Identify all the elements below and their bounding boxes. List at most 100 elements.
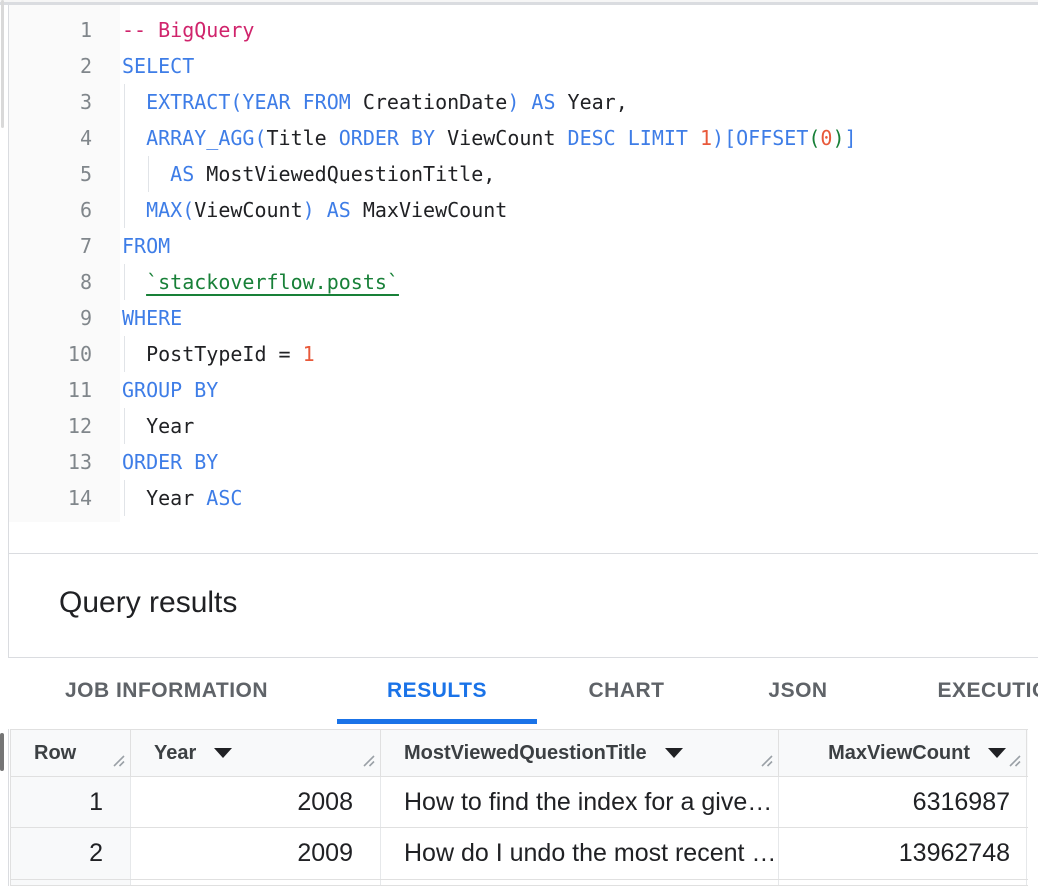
code-token: AS bbox=[327, 198, 351, 222]
code-token: WHERE bbox=[122, 306, 182, 330]
bigquery-panel: 1 -- BigQuery 2 SELECT 3EXTRACT(YEAR FROM Cr… bbox=[0, 0, 1038, 886]
editor-scrollbar-thumb[interactable] bbox=[1, 0, 4, 128]
code-token: MAX( bbox=[146, 198, 194, 222]
row-number-cell: 1 bbox=[11, 777, 131, 827]
column-menu-caret-icon[interactable] bbox=[214, 748, 232, 758]
code-line[interactable]: 5 AS MostViewedQuestionTitle, bbox=[9, 156, 1038, 192]
tab-json[interactable]: JSON bbox=[716, 658, 880, 724]
indent-guide bbox=[124, 408, 125, 444]
code-token: Year bbox=[146, 486, 206, 510]
column-resize-grip-icon[interactable] bbox=[759, 750, 775, 773]
line-number: 7 bbox=[9, 228, 92, 264]
code-token: ViewCount bbox=[435, 126, 567, 150]
tab-execution-details[interactable]: EXECUTION DETAILS bbox=[900, 658, 1038, 724]
code-token bbox=[519, 90, 531, 114]
column-header-year[interactable]: Year bbox=[131, 730, 381, 776]
line-number: 1 bbox=[9, 12, 92, 48]
code-token: EXTRACT(YEAR FROM bbox=[146, 90, 351, 114]
column-menu-caret-icon[interactable] bbox=[988, 748, 1006, 758]
table-reference-link[interactable]: `stackoverflow.posts` bbox=[146, 270, 399, 294]
code-line[interactable]: 13 ORDER BY bbox=[9, 444, 1038, 480]
code-token: )[OFFSET bbox=[712, 126, 808, 150]
code-text: MAX(ViewCount) AS MaxViewCount bbox=[146, 192, 507, 228]
code-token: FROM bbox=[122, 234, 170, 258]
code-token: ( bbox=[808, 126, 820, 150]
table-header-row: Row Year MostViewedQuestionTitle MaxViewCou… bbox=[11, 729, 1028, 777]
column-menu-caret-icon[interactable] bbox=[665, 748, 683, 758]
results-scrollbar-thumb[interactable] bbox=[0, 733, 4, 771]
indent-guide bbox=[124, 192, 125, 228]
code-line[interactable]: 10PostTypeId = 1 bbox=[9, 336, 1038, 372]
code-token: SELECT bbox=[122, 54, 194, 78]
code-token: CreationDate bbox=[351, 90, 508, 114]
tab-results[interactable]: RESULTS bbox=[337, 658, 537, 724]
table-cell: 2009 bbox=[131, 828, 381, 879]
column-resize-grip-icon[interactable] bbox=[361, 750, 377, 773]
line-number: 9 bbox=[9, 300, 92, 336]
code-token: Title bbox=[267, 126, 339, 150]
code-text: AS MostViewedQuestionTitle, bbox=[170, 156, 495, 192]
column-resize-grip-icon[interactable] bbox=[1007, 750, 1023, 773]
results-tab-bar: JOB INFORMATION RESULTSCHARTJSON EXECUTION… bbox=[0, 658, 1038, 729]
code-token: ) bbox=[303, 198, 315, 222]
code-line[interactable]: 11GROUP BY bbox=[9, 372, 1038, 408]
code-text: ORDER BY bbox=[122, 444, 218, 480]
code-line[interactable]: 7 FROM bbox=[9, 228, 1038, 264]
code-line[interactable]: 1 -- BigQuery bbox=[9, 12, 1038, 48]
line-number: 2 bbox=[9, 48, 92, 84]
indent-guide bbox=[124, 336, 125, 372]
code-line[interactable]: 14 Year ASC bbox=[9, 480, 1038, 516]
tab-job-information[interactable]: JOB INFORMATION bbox=[13, 658, 320, 724]
code-token: ORDER BY bbox=[122, 450, 218, 474]
column-header-label: MaxViewCount bbox=[828, 742, 970, 765]
code-token: ) bbox=[832, 126, 844, 150]
line-number: 6 bbox=[9, 192, 92, 228]
code-token: ASC bbox=[206, 486, 242, 510]
table-cell bbox=[131, 880, 381, 885]
code-token: AS bbox=[170, 162, 194, 186]
line-number: 4 bbox=[9, 120, 92, 156]
code-lines[interactable]: 1 -- BigQuery 2 SELECT 3EXTRACT(YEAR FROM Cr… bbox=[9, 12, 1038, 516]
line-number: 8 bbox=[9, 264, 92, 300]
indent-guide bbox=[124, 84, 125, 120]
column-header-label: Year bbox=[154, 742, 196, 765]
code-token: GROUP BY bbox=[122, 378, 218, 402]
column-header-row[interactable]: Row bbox=[11, 730, 131, 776]
code-token: AS bbox=[531, 90, 555, 114]
sql-editor[interactable]: 1 -- BigQuery 2 SELECT 3EXTRACT(YEAR FROM Cr… bbox=[9, 5, 1038, 553]
table-cell: 6316987 bbox=[779, 777, 1027, 827]
code-line[interactable]: 6 MAX(ViewCount) AS MaxViewCount bbox=[9, 192, 1038, 228]
code-token: ] bbox=[845, 126, 857, 150]
code-line[interactable]: 9 WHERE bbox=[9, 300, 1038, 336]
table-cell: 13962748 bbox=[779, 828, 1027, 879]
table-cell bbox=[381, 880, 779, 885]
table-row: 22009How do I undo the most recent …1396… bbox=[11, 828, 1028, 880]
code-line[interactable]: 8 `stackoverflow.posts` bbox=[9, 264, 1038, 300]
table-cell: How to find the index for a give… bbox=[381, 777, 779, 827]
column-header-mostviewedquestiontitle[interactable]: MostViewedQuestionTitle bbox=[381, 730, 779, 776]
tab-chart[interactable]: CHART bbox=[537, 658, 716, 724]
table-cell: How do I undo the most recent … bbox=[381, 828, 779, 879]
code-line[interactable]: 3EXTRACT(YEAR FROM CreationDate) AS Year… bbox=[9, 84, 1038, 120]
table-cell: 2008 bbox=[131, 777, 381, 827]
line-number: 5 bbox=[9, 156, 92, 192]
code-line[interactable]: 12Year bbox=[9, 408, 1038, 444]
code-text: GROUP BY bbox=[122, 372, 218, 408]
code-text: -- BigQuery bbox=[122, 12, 254, 48]
active-tab-underline bbox=[337, 719, 537, 724]
code-token: MaxViewCount bbox=[351, 198, 508, 222]
column-header-maxviewcount[interactable]: MaxViewCount bbox=[779, 730, 1027, 776]
code-text: PostTypeId = 1 bbox=[146, 336, 315, 372]
indent-guide bbox=[124, 264, 125, 300]
line-number: 14 bbox=[9, 480, 92, 516]
code-line[interactable]: 4ARRAY_AGG(Title ORDER BY ViewCount DESC… bbox=[9, 120, 1038, 156]
code-text: EXTRACT(YEAR FROM CreationDate) AS Year, bbox=[146, 84, 628, 120]
code-line[interactable]: 2 SELECT bbox=[9, 48, 1038, 84]
column-resize-grip-icon[interactable] bbox=[111, 750, 127, 773]
line-number: 13 bbox=[9, 444, 92, 480]
code-token: ARRAY_AGG( bbox=[146, 126, 266, 150]
table-row: 12008How to find the index for a give…63… bbox=[11, 777, 1028, 828]
query-results-title: Query results bbox=[59, 586, 237, 620]
code-token: 0 bbox=[820, 126, 832, 150]
table-cell bbox=[779, 880, 1027, 885]
